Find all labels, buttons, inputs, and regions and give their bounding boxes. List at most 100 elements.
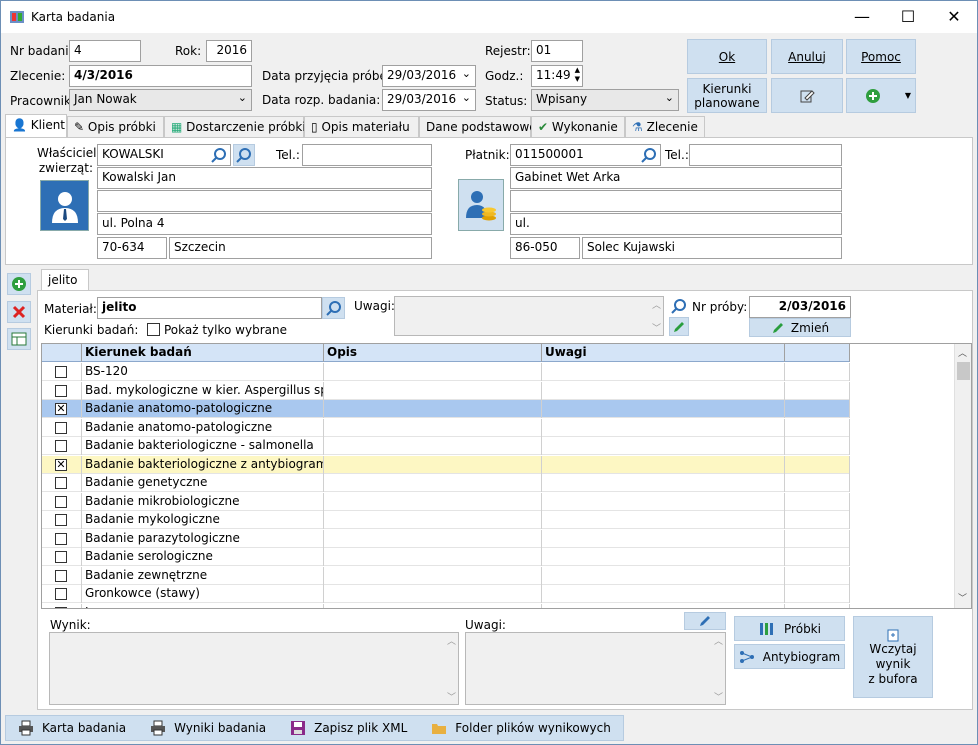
row-checkbox[interactable]: [55, 440, 67, 452]
ok-button[interactable]: Ok: [687, 39, 767, 74]
row-opis-cell[interactable]: [324, 585, 542, 603]
grid-header-kierunek[interactable]: Kierunek badań: [82, 344, 324, 362]
maximize-button[interactable]: ☐: [885, 1, 931, 33]
zlecenie-field[interactable]: 4/3/2016: [69, 65, 252, 87]
zmien-button[interactable]: Zmień: [749, 318, 851, 337]
table-row[interactable]: Badanie mikrobiologiczne: [42, 492, 850, 511]
scroll-down-icon[interactable]: ﹀: [714, 690, 723, 703]
payer-city-field[interactable]: Solec Kujawski: [582, 237, 842, 259]
owner-zip-field[interactable]: 70-634: [97, 237, 167, 259]
delete-material-button[interactable]: [7, 301, 31, 323]
row-uwagi-cell[interactable]: [542, 437, 785, 455]
pomoc-button[interactable]: Pomoc: [846, 39, 916, 74]
grid-scrollbar[interactable]: ︿ ﹀: [954, 344, 971, 608]
table-row[interactable]: ✕ Badanie anatomo-patologiczne: [42, 400, 850, 418]
row-checkbox[interactable]: [55, 495, 67, 508]
tab-dane-podstawowe[interactable]: Dane podstawowe: [419, 116, 537, 138]
grid-header-opis[interactable]: Opis: [324, 344, 542, 362]
row-uwagi-cell[interactable]: [542, 566, 785, 585]
row-checkbox[interactable]: [55, 366, 67, 378]
row-opis-cell[interactable]: [324, 603, 542, 608]
row-opis-cell[interactable]: [324, 455, 542, 474]
row-checkbox[interactable]: [55, 384, 67, 397]
tab-wykonanie[interactable]: ✔ Wykonanie: [531, 116, 625, 138]
zapisz-xml-button[interactable]: Zapisz plik XML: [278, 720, 419, 736]
scroll-down-icon[interactable]: ﹀: [652, 321, 661, 334]
row-uwagi-cell[interactable]: [542, 585, 785, 603]
uwagi-textarea[interactable]: ︿ ﹀: [394, 296, 664, 336]
row-opis-cell[interactable]: [324, 492, 542, 511]
payer-code-field[interactable]: 011500001: [510, 144, 661, 166]
row-checkbox[interactable]: ✕: [55, 458, 67, 471]
tab-dostarczenie[interactable]: ▦ Dostarczenie próbki: [164, 116, 306, 138]
tab-jelito[interactable]: jelito: [41, 269, 89, 291]
row-opis-cell[interactable]: [324, 363, 542, 381]
row-uwagi-cell[interactable]: [542, 474, 785, 492]
pracownik-select[interactable]: Jan Nowak ⌄: [69, 89, 252, 111]
pokaz-checkbox[interactable]: [147, 323, 160, 336]
uwagi-edit-button[interactable]: [669, 317, 689, 336]
tab-zlecenie[interactable]: ⚗ Zlecenie: [625, 116, 705, 138]
tab-klient[interactable]: 👤 Klient: [5, 114, 67, 138]
table-row[interactable]: Gronkowce (stawy): [42, 585, 850, 603]
result-uwagi-textarea[interactable]: ︿ ﹀: [465, 632, 726, 705]
row-checkbox[interactable]: [55, 569, 67, 582]
table-row[interactable]: Badanie genetyczne: [42, 474, 850, 492]
status-select[interactable]: Wpisany ⌄: [531, 89, 679, 111]
scroll-up-icon[interactable]: ︿: [652, 298, 661, 311]
chevron-down-icon[interactable]: ⌄: [462, 67, 471, 80]
add-menu-button[interactable]: ▼: [846, 78, 916, 113]
table-row[interactable]: Inne: [42, 603, 850, 608]
table-row[interactable]: Badanie bakteriologiczne - salmonella: [42, 437, 850, 455]
folder-wynikowych-button[interactable]: Folder plików wynikowych: [419, 721, 623, 735]
payer-street-field[interactable]: ul.: [510, 213, 842, 235]
table-row[interactable]: Badanie mykologiczne: [42, 511, 850, 529]
row-checkbox[interactable]: [55, 588, 67, 600]
scroll-up-icon[interactable]: ︿: [958, 346, 967, 359]
row-opis-cell[interactable]: [324, 529, 542, 548]
wynik-textarea[interactable]: ︿ ﹀: [49, 632, 459, 705]
payer-line2-field[interactable]: [510, 190, 842, 212]
data-przyjecia-field[interactable]: 29/03/2016 ⌄: [382, 65, 476, 87]
table-row[interactable]: Bad. mykologiczne w kier. Aspergillus sp…: [42, 381, 850, 400]
material-field[interactable]: jelito: [97, 297, 322, 319]
row-opis-cell[interactable]: [324, 548, 542, 566]
minimize-button[interactable]: —: [839, 1, 885, 33]
payer-zip-field[interactable]: 86-050: [510, 237, 580, 259]
table-view-button[interactable]: [7, 328, 31, 350]
row-uwagi-cell[interactable]: [542, 418, 785, 437]
scroll-thumb[interactable]: [957, 362, 970, 380]
row-checkbox[interactable]: [55, 421, 67, 434]
table-row[interactable]: BS-120: [42, 363, 850, 381]
row-uwagi-cell[interactable]: [542, 363, 785, 381]
kierunki-planowane-button[interactable]: Kierunki planowane: [687, 78, 767, 113]
spinner-icon[interactable]: ▲ ▼: [575, 66, 580, 84]
search-icon[interactable]: [641, 147, 659, 163]
add-material-button[interactable]: [7, 273, 31, 295]
row-checkbox[interactable]: [55, 514, 67, 526]
row-uwagi-cell[interactable]: [542, 400, 785, 418]
row-uwagi-cell[interactable]: [542, 381, 785, 400]
row-uwagi-cell[interactable]: [542, 548, 785, 566]
scroll-up-icon[interactable]: ︿: [714, 634, 723, 647]
table-row[interactable]: Badanie anatomo-patologiczne: [42, 418, 850, 437]
nr-proby-field[interactable]: 2/03/2016: [749, 296, 851, 318]
uwagi-search-button[interactable]: [669, 297, 689, 315]
close-button[interactable]: ✕: [931, 1, 977, 33]
search-icon[interactable]: [211, 147, 229, 163]
row-checkbox[interactable]: [55, 477, 67, 489]
row-checkbox[interactable]: [55, 532, 67, 545]
row-uwagi-cell[interactable]: [542, 529, 785, 548]
wyniki-badania-button[interactable]: Wyniki badania: [138, 720, 278, 736]
scroll-down-icon[interactable]: ﹀: [958, 591, 967, 604]
row-opis-cell[interactable]: [324, 400, 542, 418]
rejestr-field[interactable]: 01: [531, 40, 583, 62]
tab-opis-materialu[interactable]: ▯ Opis materiału: [304, 116, 419, 138]
row-uwagi-cell[interactable]: [542, 603, 785, 608]
row-opis-cell[interactable]: [324, 437, 542, 455]
scroll-down-icon[interactable]: ﹀: [447, 690, 456, 703]
row-uwagi-cell[interactable]: [542, 492, 785, 511]
rok-field[interactable]: 2016: [206, 40, 252, 62]
payer-name-field[interactable]: Gabinet Wet Arka: [510, 167, 842, 189]
table-row[interactable]: ✕ Badanie bakteriologiczne z antybiograme…: [42, 455, 850, 474]
